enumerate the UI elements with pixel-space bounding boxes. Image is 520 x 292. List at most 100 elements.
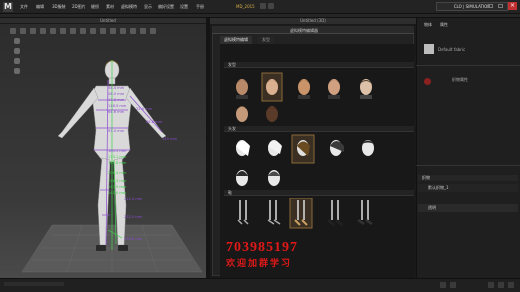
close-icon[interactable]: ×	[508, 2, 517, 10]
menu-manual[interactable]: 手册	[196, 4, 204, 10]
hair-thumb	[236, 140, 250, 156]
shoe-thumbnails	[237, 198, 373, 229]
length-tool-icon[interactable]	[130, 28, 136, 34]
button-tool-icon[interactable]	[80, 28, 86, 34]
menu-materials[interactable]: 素材	[106, 4, 114, 10]
show-pattern-icon[interactable]	[14, 68, 20, 74]
property-panel	[416, 18, 520, 278]
status-icon[interactable]	[488, 282, 494, 288]
menu-2d-pattern[interactable]: 2D图片	[72, 4, 86, 10]
measure-label: 173.1 mm	[108, 155, 127, 159]
viewport-toolbar	[10, 28, 204, 37]
fabric-properties-title: 织物属性	[452, 77, 468, 82]
hair-thumbnails	[236, 134, 374, 186]
texture-tool-icon[interactable]	[60, 28, 66, 34]
tab-properties[interactable]: 属性	[440, 22, 448, 28]
measure-tool-icon[interactable]	[110, 28, 116, 34]
section-header-faces[interactable]: 发型	[224, 62, 414, 68]
face-thumb	[298, 79, 310, 99]
avatar-figure[interactable]: 54.4 mm 28.0 mm 17.8 mm 116.5 mm 22.0 mm…	[22, 40, 202, 278]
move-tool-icon[interactable]	[20, 28, 26, 34]
fabric-list-item[interactable]: 默认织物_1	[418, 184, 518, 192]
measure-label: 28.0 mm	[108, 92, 125, 96]
camera-tool-icon[interactable]	[140, 28, 146, 34]
hair-thumb	[330, 140, 344, 156]
show-stitch-icon[interactable]	[14, 58, 20, 64]
app-logo: M	[3, 2, 13, 12]
shoe-thumb-selected	[289, 198, 313, 229]
tab-hairstyle[interactable]: 发型	[258, 36, 274, 44]
tab-avatar-editor[interactable]: 虚拟模特编辑	[220, 36, 252, 44]
menu-edit[interactable]: 编辑	[36, 4, 44, 10]
status-icon[interactable]	[440, 282, 446, 288]
select-tool-icon[interactable]	[10, 28, 16, 34]
status-icon[interactable]	[498, 282, 504, 288]
menu-settings[interactable]: 设置	[180, 4, 188, 10]
panel-divider[interactable]	[206, 18, 210, 278]
measure-label: 17.8 mm	[108, 98, 125, 102]
status-icon[interactable]	[450, 282, 456, 288]
fold-tool-icon[interactable]	[50, 28, 56, 34]
fabric-name[interactable]: Default fabric	[438, 47, 465, 52]
section-title: 头发	[228, 126, 236, 131]
measure-label: 236.6 mm	[124, 237, 143, 241]
shoe-thumb	[237, 200, 249, 225]
measure-label: 54.4 mm	[108, 86, 125, 90]
hair-thumb	[268, 140, 282, 156]
undo-icon[interactable]	[268, 3, 274, 9]
watermark-text: 欢迎加群学习	[226, 258, 293, 268]
measure-label: 116.5 mm	[108, 104, 127, 108]
measure-label: 206.4 mm	[108, 171, 127, 175]
tape-tool-icon[interactable]	[100, 28, 106, 34]
shoe-thumb	[357, 200, 373, 226]
watermark-number: 703985197	[226, 240, 298, 255]
hair-thumb	[236, 170, 248, 186]
status-icon[interactable]	[508, 282, 514, 288]
transparency-row[interactable]: 透明	[418, 204, 518, 212]
menu-avatar[interactable]: 虚拟模特	[121, 4, 137, 10]
section-title: 发型	[228, 62, 236, 67]
viewport-side-toolbar	[14, 38, 22, 74]
fabric-color-icon[interactable]	[424, 78, 431, 85]
shoe-thumb-row	[237, 198, 373, 229]
measure-label: 185.8 mm	[108, 161, 127, 165]
shoe-thumb	[327, 200, 343, 226]
face-thumbnails	[236, 72, 372, 122]
panel-separator	[416, 165, 520, 166]
rotate-tool-icon[interactable]	[30, 28, 36, 34]
show-garment-icon[interactable]	[14, 48, 20, 54]
document-title: MD_2015	[236, 4, 255, 9]
menu-file[interactable]: 文件	[20, 4, 28, 10]
menu-display[interactable]: 显示	[144, 4, 152, 10]
face-thumb[interactable]	[236, 79, 248, 99]
tab-object[interactable]: 物体	[424, 22, 432, 28]
section-title: 鞋	[228, 190, 232, 195]
face-thumb	[360, 79, 372, 99]
zipper-tool-icon[interactable]	[90, 28, 96, 34]
measure-label: 160.5 mm	[108, 149, 127, 153]
circumference-tool-icon[interactable]	[120, 28, 126, 34]
face-thumb	[236, 106, 248, 122]
menu-sewing[interactable]: 缝纫	[91, 4, 99, 10]
face-thumb	[328, 79, 340, 99]
fabric-list-header: 织物	[418, 175, 518, 181]
pin-tool-icon[interactable]	[40, 28, 46, 34]
avatar-tool-icon[interactable]	[150, 28, 156, 34]
measure-label: 147.9 mm	[108, 185, 127, 189]
section-header-shoes[interactable]: 鞋	[224, 190, 414, 196]
maximize-icon[interactable]	[498, 4, 503, 8]
menu-3d-garment[interactable]: 3D服装	[52, 4, 66, 10]
menu-preferences[interactable]: 偏好设置	[158, 4, 174, 10]
fabric-swatch[interactable]	[424, 44, 434, 54]
section-header-hair[interactable]: 头发	[224, 126, 414, 132]
minimize-icon[interactable]	[488, 4, 493, 8]
save-icon[interactable]	[260, 3, 266, 9]
avatar-editor-tabs: 虚拟模特编辑 发型	[220, 36, 410, 44]
measure-label: 232.5 mm	[124, 215, 143, 219]
graphic-tool-icon[interactable]	[70, 28, 76, 34]
library-window-title: Untitled (3D)	[300, 18, 326, 23]
measure-label: 145 mm	[162, 137, 178, 141]
measure-label: 64.6 mm	[108, 110, 125, 114]
show-avatar-icon[interactable]	[14, 38, 20, 44]
measure-label: 86.8 mm	[146, 120, 163, 124]
